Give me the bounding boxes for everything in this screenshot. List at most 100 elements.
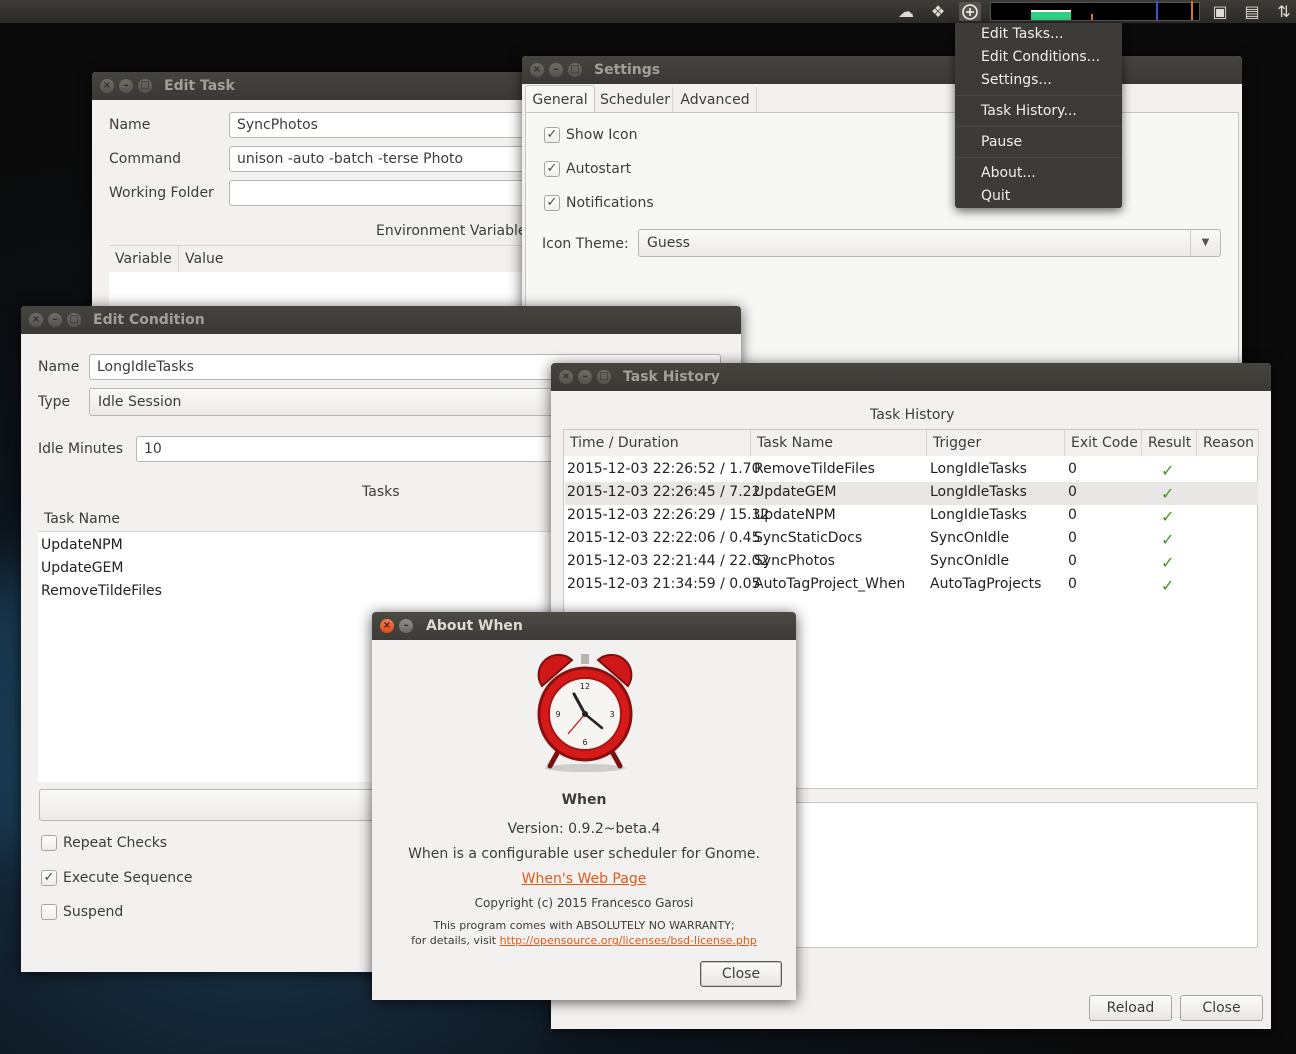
exit-code-cell: 0 [1068, 461, 1077, 477]
minimize-icon[interactable]: – [48, 313, 62, 327]
check-icon: ✓ [1161, 530, 1175, 549]
name-field[interactable]: SyncPhotos [229, 112, 542, 138]
check-icon: ✓ [1161, 461, 1175, 480]
about-titlebar[interactable]: × – About When [372, 612, 796, 640]
version-text: Version: 0.9.2~beta.4 [507, 821, 661, 837]
table-row[interactable]: 2015-12-03 22:26:45 / 7.22 UpdateGEM Lon… [565, 482, 1258, 505]
command-field[interactable]: unison -auto -batch -terse Photo [229, 146, 542, 172]
license-link[interactable]: http://opensource.org/licenses/bsd-licen… [500, 934, 757, 947]
minimize-icon[interactable]: – [549, 63, 563, 77]
menu-item-quit[interactable]: Quit [981, 188, 1010, 204]
website-link-row: When's Web Page [372, 871, 796, 887]
working-folder-field[interactable] [229, 180, 542, 206]
trigger-cell: LongIdleTasks [930, 507, 1027, 523]
checkbox-label: Execute Sequence [63, 870, 193, 886]
working-folder-label: Working Folder [109, 185, 214, 201]
task-cell: UpdateGEM [754, 484, 837, 500]
close-icon[interactable]: × [530, 63, 544, 77]
website-link[interactable]: When's Web Page [522, 871, 647, 887]
notifications-checkbox[interactable]: ✓ Notifications [544, 195, 654, 213]
column-value[interactable]: Value [179, 246, 542, 272]
repeat-checks-checkbox[interactable]: Repeat Checks [41, 835, 167, 853]
maximize-icon[interactable]: □ [67, 313, 81, 327]
about-close-button[interactable]: Close [700, 961, 782, 987]
close-button[interactable]: Close [1180, 995, 1263, 1021]
notes-icon[interactable]: ▤ [1241, 2, 1263, 21]
idle-minutes-label: Idle Minutes [38, 441, 124, 457]
minimize-icon[interactable]: – [399, 619, 413, 633]
reload-button[interactable]: Reload [1089, 995, 1172, 1021]
minimize-icon[interactable]: – [119, 79, 133, 93]
copyright-text: Copyright (c) 2015 Francesco Garosi [474, 896, 694, 910]
column-reason[interactable]: Reason [1197, 430, 1259, 456]
table-row[interactable]: 2015-12-03 22:26:29 / 15.32 UpdateNPM Lo… [565, 505, 1258, 528]
maximize-icon[interactable]: □ [138, 79, 152, 93]
keyboard-icon[interactable]: ▣ [1209, 2, 1231, 21]
menu-separator [955, 126, 1122, 127]
checkbox-unchecked-icon [41, 835, 57, 851]
tray-menu: Edit Tasks... Edit Conditions... Setting… [955, 23, 1122, 208]
tab-general[interactable]: General [525, 85, 595, 113]
column-variable[interactable]: Variable [109, 246, 179, 272]
maximize-icon[interactable]: □ [568, 63, 582, 77]
checkbox-checked-icon: ✓ [544, 127, 560, 143]
maximize-icon[interactable]: □ [597, 370, 611, 384]
close-icon[interactable]: × [29, 313, 43, 327]
column-time-duration[interactable]: Time / Duration [564, 430, 751, 456]
trigger-cell: AutoTagProjects [930, 576, 1042, 592]
icon-theme-select[interactable]: Guess ▼ [638, 229, 1221, 257]
close-icon[interactable]: × [559, 370, 573, 384]
column-task-name[interactable]: Task Name [751, 430, 927, 456]
close-icon[interactable]: × [380, 619, 394, 633]
trigger-cell: SyncOnIdle [930, 530, 1010, 546]
tab-advanced[interactable]: Advanced [674, 87, 757, 113]
list-item[interactable]: UpdateGEM [41, 560, 123, 576]
dropbox-icon[interactable]: ❖ [927, 2, 949, 21]
checkbox-label: Notifications [566, 195, 654, 211]
check-icon: ✓ [1161, 507, 1175, 526]
cloud-sync-icon[interactable]: ☁ [895, 2, 917, 21]
execute-sequence-checkbox[interactable]: ✓ Execute Sequence [41, 870, 193, 888]
column-trigger[interactable]: Trigger [927, 430, 1065, 456]
exit-code-cell: 0 [1068, 553, 1077, 569]
tab-scheduler[interactable]: Scheduler [598, 87, 673, 113]
license-row: for details, visit http://opensource.org… [372, 934, 796, 947]
edit-condition-titlebar[interactable]: × – □ Edit Condition [21, 306, 741, 334]
checkbox-checked-icon: ✓ [41, 870, 57, 886]
column-exit-code[interactable]: Exit Code [1065, 430, 1142, 456]
alarm-clock-tray-icon[interactable] [959, 2, 981, 21]
table-row[interactable]: 2015-12-03 22:26:52 / 1.70 RemoveTildeFi… [565, 459, 1258, 482]
history-details-textarea[interactable] [791, 802, 1258, 948]
list-item[interactable]: RemoveTildeFiles [41, 583, 162, 599]
table-row[interactable]: 2015-12-03 22:22:06 / 0.45 SyncStaticDoc… [565, 528, 1258, 551]
window-title: Edit Condition [93, 312, 205, 328]
menu-item-settings[interactable]: Settings... [981, 72, 1052, 88]
time-cell: 2015-12-03 22:26:45 / 7.22 [567, 484, 761, 500]
menu-item-task-history[interactable]: Task History... [981, 103, 1077, 119]
edit-task-titlebar[interactable]: × – □ Edit Task [92, 72, 542, 100]
table-row[interactable]: 2015-12-03 22:21:44 / 22.02 SyncPhotos S… [565, 551, 1258, 574]
minimize-icon[interactable]: – [578, 370, 592, 384]
autostart-checkbox[interactable]: ✓ Autostart [544, 161, 631, 179]
condition-type-value: Idle Session [98, 394, 182, 410]
settings-titlebar[interactable]: × – □ Settings [522, 56, 1242, 84]
menu-item-edit-conditions[interactable]: Edit Conditions... [981, 49, 1100, 65]
menu-item-about[interactable]: About... [981, 165, 1036, 181]
dropdown-arrow-icon: ▼ [1190, 230, 1220, 256]
show-icon-checkbox[interactable]: ✓ Show Icon [544, 127, 638, 145]
menu-item-edit-tasks[interactable]: Edit Tasks... [981, 26, 1063, 42]
trigger-cell: SyncOnIdle [930, 553, 1010, 569]
menu-item-pause[interactable]: Pause [981, 134, 1022, 150]
column-result[interactable]: Result [1142, 430, 1197, 456]
svg-text:6: 6 [582, 738, 587, 747]
suspend-checkbox[interactable]: Suspend [41, 904, 123, 922]
system-monitor[interactable] [990, 1, 1200, 21]
close-icon[interactable]: × [100, 79, 114, 93]
task-history-titlebar[interactable]: × – □ Task History [551, 363, 1271, 391]
time-cell: 2015-12-03 21:34:59 / 0.05 [567, 576, 761, 592]
svg-text:3: 3 [609, 710, 614, 719]
time-cell: 2015-12-03 22:26:29 / 15.32 [567, 507, 770, 523]
table-row[interactable]: 2015-12-03 21:34:59 / 0.05 AutoTagProjec… [565, 574, 1258, 597]
list-item[interactable]: UpdateNPM [41, 537, 123, 553]
network-icon[interactable]: ⇅ [1273, 2, 1295, 21]
